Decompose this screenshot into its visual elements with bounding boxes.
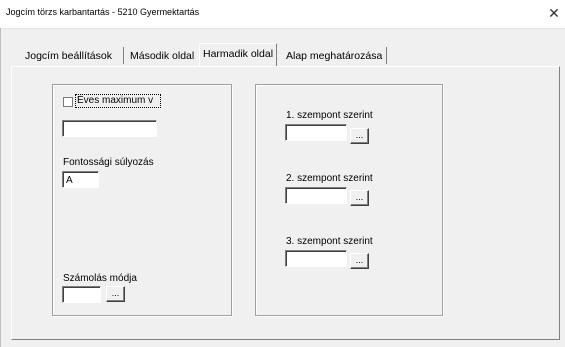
- tab-label: Alap meghatározása: [286, 50, 383, 62]
- calc-method-browse-button[interactable]: ...: [106, 286, 125, 302]
- tab-masodik-oldal[interactable]: Második oldal: [127, 46, 198, 66]
- criterion-3-input[interactable]: [285, 250, 347, 267]
- tab-label: Harmadik oldal: [203, 48, 274, 60]
- tab-alap-meghatarozasa[interactable]: Alap meghatározása: [283, 46, 386, 66]
- criterion-1-label: 1. szempont szerint: [286, 110, 373, 121]
- annual-max-checkbox[interactable]: [63, 97, 73, 107]
- tab-separator: [386, 47, 387, 64]
- criterion-1-browse-button[interactable]: ...: [350, 128, 369, 144]
- annual-max-input[interactable]: [62, 120, 157, 137]
- criterion-3-label: 3. szempont szerint: [286, 236, 373, 247]
- tab-jogcim-beallitasok[interactable]: Jogcím beállítások: [22, 46, 115, 66]
- weight-input[interactable]: A: [62, 171, 99, 188]
- tab-label: Második oldal: [130, 50, 195, 62]
- tab-label: Jogcím beállítások: [25, 50, 112, 62]
- weight-label: Fontossági súlyozás: [63, 157, 154, 168]
- close-icon[interactable]: ✕: [545, 6, 563, 22]
- calc-method-input[interactable]: [62, 286, 101, 303]
- tab-separator: [123, 47, 124, 64]
- criterion-2-input[interactable]: [285, 187, 347, 204]
- criterion-1-input[interactable]: [285, 124, 347, 141]
- window-title: Jogcím törzs karbantartás - 5210 Gyermek…: [6, 7, 200, 17]
- calc-method-label: Számolás módja: [63, 273, 137, 284]
- window-border: [0, 28, 1, 347]
- criterion-2-browse-button[interactable]: ...: [350, 190, 369, 206]
- annual-max-label: Éves maximum v: [77, 95, 154, 106]
- tab-harmadik-oldal[interactable]: Harmadik oldal: [199, 43, 278, 67]
- criterion-2-label: 2. szempont szerint: [286, 173, 373, 184]
- title-bar: Jogcím törzs karbantartás - 5210 Gyermek…: [0, 0, 565, 29]
- criterion-3-browse-button[interactable]: ...: [350, 253, 369, 269]
